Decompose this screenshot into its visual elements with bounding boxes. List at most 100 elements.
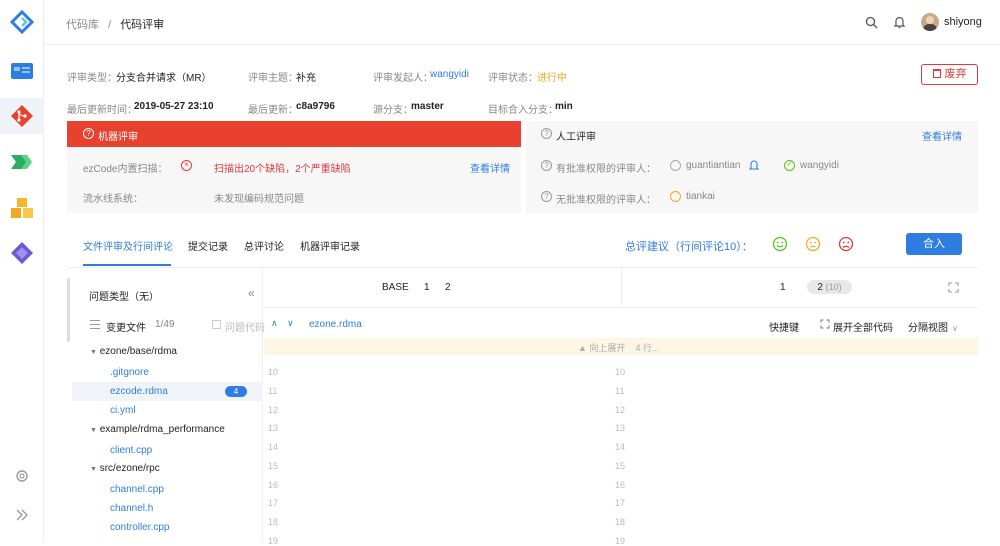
left-line-number: 15 bbox=[268, 460, 279, 471]
pipeline-nav-icon[interactable] bbox=[10, 150, 34, 174]
merge-button[interactable]: 合入 bbox=[906, 233, 962, 255]
view-mode-select[interactable]: 分隔视图 ∨ bbox=[908, 319, 958, 334]
left-rail bbox=[0, 0, 44, 542]
review-type-label: 评审类型： bbox=[67, 73, 117, 84]
bell-icon[interactable] bbox=[748, 159, 760, 171]
file-label: ezcode.rdma bbox=[110, 386, 168, 397]
approved-check-icon: ✓ bbox=[784, 160, 795, 171]
settings-gear-icon[interactable] bbox=[14, 468, 30, 484]
last-update-label: 最后更新： bbox=[248, 105, 298, 116]
summary-label: 总评建议（行间评论10）： bbox=[625, 241, 753, 253]
next-change-icon[interactable]: ∨ bbox=[287, 318, 294, 329]
tree-folder[interactable]: ▼ example/rdma_performance bbox=[72, 420, 263, 439]
tree-file[interactable]: channel.cpp bbox=[72, 480, 263, 499]
left-line-number: 19 bbox=[268, 535, 279, 546]
base-version-label[interactable]: BASE bbox=[382, 282, 409, 293]
tab-machine-review-log[interactable]: 机器评审记录 bbox=[300, 238, 360, 253]
question-circle-icon: ? bbox=[541, 128, 552, 139]
manual-review-detail-link[interactable]: 查看详情 bbox=[922, 128, 962, 143]
tree-folder[interactable]: ▼ ezone/base/rdma bbox=[72, 342, 263, 361]
logo-icon[interactable] bbox=[9, 9, 35, 35]
expand-up-button[interactable]: ▲ 向上展开 4 行... bbox=[578, 341, 659, 354]
notification-bell-icon[interactable] bbox=[893, 15, 906, 29]
expand-rail-icon[interactable] bbox=[15, 508, 29, 522]
reviewer-name: guantiantian bbox=[686, 160, 741, 171]
unauthorized-label: 无批准权限的评审人： bbox=[556, 195, 656, 206]
review-initiator-value[interactable]: wangyidi bbox=[430, 69, 469, 80]
file-panel-scrollbar[interactable] bbox=[67, 278, 70, 342]
avatar[interactable] bbox=[921, 13, 939, 31]
left-line-number: 14 bbox=[268, 442, 279, 452]
last-update-value[interactable]: c8a9796 bbox=[296, 101, 335, 112]
scan-detail-link[interactable]: 查看详情 bbox=[470, 160, 510, 175]
tab-commits[interactable]: 提交记录 bbox=[188, 238, 228, 253]
tree-folder[interactable]: ▼ src/ezone/rpc bbox=[72, 459, 263, 478]
left-line-number: 16 bbox=[268, 479, 279, 490]
review-type-value: 分支合并请求（MR） bbox=[116, 73, 212, 84]
left-version-2[interactable]: 2 bbox=[445, 282, 451, 293]
tree-file[interactable]: controller.cpp bbox=[72, 518, 263, 537]
right-line-number: 13 bbox=[615, 423, 626, 434]
expand-all-button[interactable]: 展开全部代码 bbox=[833, 319, 893, 334]
target-branch-label: 目标合入分支： bbox=[488, 105, 558, 116]
right-line-number: 17 bbox=[615, 498, 626, 509]
tree-file[interactable]: .gitgnore bbox=[72, 363, 263, 382]
left-version-1[interactable]: 1 bbox=[424, 282, 430, 293]
shortcut-button[interactable]: 快捷键 bbox=[769, 319, 799, 334]
left-line-number: 18 bbox=[268, 517, 279, 527]
happy-face-icon[interactable] bbox=[772, 236, 788, 252]
chevron-down-icon: ∨ bbox=[952, 324, 958, 333]
version-divider bbox=[621, 268, 622, 308]
changed-files-count: 1/49 bbox=[155, 319, 175, 330]
package-nav-icon[interactable] bbox=[10, 196, 34, 220]
search-icon[interactable] bbox=[865, 16, 878, 29]
source-branch-label: 源分支： bbox=[373, 105, 413, 116]
right-version-1[interactable]: 1 bbox=[780, 282, 786, 293]
caret-down-icon: ▼ bbox=[90, 349, 97, 356]
tree-file-selected[interactable]: ezcode.rdma 4 bbox=[72, 382, 263, 401]
user-name[interactable]: shiyong bbox=[944, 16, 982, 28]
file-label: channel.h bbox=[110, 503, 154, 514]
discard-label: 废弃 bbox=[944, 68, 967, 80]
reviewer-name: tiankai bbox=[686, 191, 715, 202]
right-line-number: 19 bbox=[615, 535, 626, 546]
deploy-nav-icon[interactable] bbox=[10, 241, 34, 265]
tree-file[interactable]: channel.h bbox=[72, 499, 263, 518]
left-line-number: 12 bbox=[268, 404, 279, 415]
issue-type-filter[interactable]: 问题类型（无） bbox=[89, 288, 159, 303]
sad-face-icon[interactable] bbox=[838, 236, 854, 252]
caret-down-icon: ▼ bbox=[90, 427, 97, 434]
previous-change-icon[interactable]: ∧ bbox=[271, 318, 278, 329]
scan-result: 扫描出20个缺陷，2个严重缺陷 bbox=[214, 164, 351, 175]
fullscreen-icon[interactable] bbox=[948, 282, 959, 293]
tree-file[interactable]: ci.yml bbox=[72, 401, 263, 420]
issue-code-checkbox[interactable] bbox=[212, 320, 221, 329]
view-mode-label: 分隔视图 bbox=[908, 323, 948, 334]
target-branch-value: min bbox=[555, 101, 573, 112]
tree-file[interactable]: client.cpp bbox=[72, 441, 263, 460]
right-line-number: 10 bbox=[615, 367, 626, 377]
tab-discussion[interactable]: 总评讨论 bbox=[244, 238, 284, 253]
discard-button[interactable]: 废弃 bbox=[921, 64, 978, 85]
right-version-2-pill[interactable]: 2 (10) bbox=[807, 280, 852, 294]
code-repo-nav-icon[interactable] bbox=[10, 104, 34, 128]
dashboard-nav-icon[interactable] bbox=[10, 59, 34, 83]
left-line-number: 13 bbox=[268, 423, 279, 434]
neutral-face-icon[interactable] bbox=[805, 236, 821, 252]
neutral-face-icon bbox=[670, 191, 681, 202]
right-line-number: 18 bbox=[615, 517, 626, 527]
left-line-number: 17 bbox=[268, 498, 279, 509]
folder-label: ezone/base/rdma bbox=[99, 346, 177, 357]
issue-code-label: 问题代码 bbox=[225, 323, 265, 334]
tab-file-review[interactable]: 文件评审及行间评论 bbox=[83, 238, 173, 253]
changed-files-label: 变更文件 bbox=[106, 323, 146, 334]
file-label: controller.cpp bbox=[110, 522, 170, 533]
collapse-panel-icon[interactable]: « bbox=[248, 286, 255, 300]
diff-filename[interactable]: ezone.rdma bbox=[309, 319, 362, 330]
breadcrumb-separator: / bbox=[108, 19, 112, 31]
file-label: client.cpp bbox=[110, 445, 153, 456]
file-label: .gitgnore bbox=[110, 367, 149, 378]
breadcrumb-root[interactable]: 代码库 bbox=[66, 19, 99, 31]
right-line-number: 15 bbox=[615, 460, 626, 471]
question-circle-icon: ? bbox=[541, 191, 552, 202]
